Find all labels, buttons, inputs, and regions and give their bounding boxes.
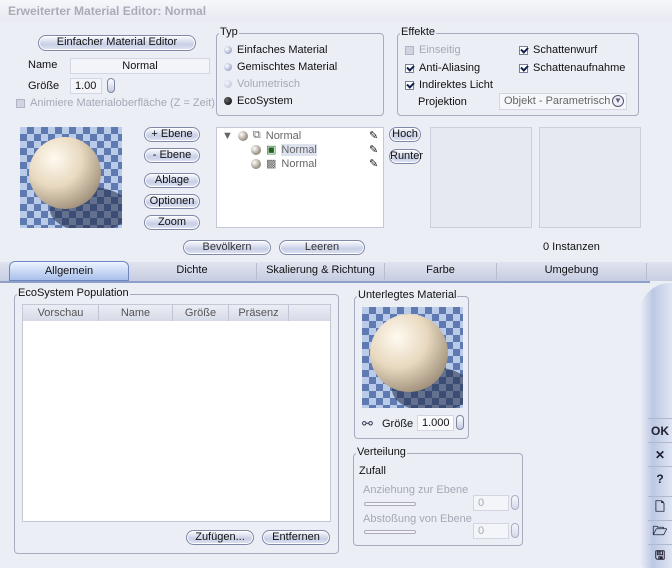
open-folder-icon[interactable]: 🗁 [648,520,672,544]
tab-dichte[interactable]: Dichte [128,263,257,280]
material-preview [20,127,122,228]
repulsion-label: Abstoßung von Ebene [363,513,472,525]
edit-pencil-icon[interactable]: ✎ [369,143,378,156]
help-button[interactable]: ? [648,466,672,490]
remove-population-button[interactable]: Entfernen [262,530,330,545]
tree-item-child[interactable]: ▩ Normal [251,157,317,170]
repulsion-slider[interactable] [364,530,416,534]
add-layer-button[interactable]: + Ebene [144,127,200,142]
save-icon[interactable]: 🖫 [648,544,672,568]
repulsion-stepper[interactable] [511,523,519,538]
move-down-button[interactable]: Runter [389,149,423,164]
edit-pencil-icon[interactable]: ✎ [369,157,378,170]
move-up-button[interactable]: Hoch [389,127,421,142]
tree-item-child[interactable]: ▣ Normal [251,143,317,156]
ok-button[interactable]: OK [648,418,672,442]
radio-ecosystem[interactable]: EcoSystem [224,95,293,107]
layer-tree[interactable]: ▼ ⧉ Normal ▣ Normal ▩ Normal ✎ ✎ ✎ [216,127,384,228]
preview-slot [539,127,641,228]
tab-allgemein[interactable]: Allgemein [9,261,129,281]
ablage-button[interactable]: Ablage [144,173,200,188]
column-header[interactable]: Größe [173,305,229,321]
anti-aliasing-checkbox[interactable]: Anti-Aliasing [405,62,480,74]
distribution-mode: Zufall [359,465,386,477]
new-file-icon[interactable]: 🗋 [648,496,672,520]
attraction-field[interactable]: 0 [473,495,509,511]
projection-label: Projektion [418,96,467,108]
radio-gemischtes[interactable]: Gemischtes Material [224,61,337,73]
attraction-label: Anziehung zur Ebene [363,484,469,496]
remove-layer-button[interactable]: - Ebene [144,148,200,163]
column-header[interactable]: Präsenz [229,305,289,321]
radio-volumetrisch[interactable]: Volumetrisch [224,78,300,90]
radio-einfaches[interactable]: Einfaches Material [224,44,328,56]
animate-label: Animiere Materialoberfläche (Z = Zeit) [30,97,215,109]
size-stepper[interactable] [107,78,115,93]
typ-group: Typ Einfaches Material Gemischtes Materi… [216,26,384,116]
options-button[interactable]: Optionen [144,194,200,209]
preview-slot [430,127,532,228]
material-icon: ▣ [266,144,277,156]
column-header[interactable]: Name [99,305,173,321]
add-population-button[interactable]: Zufügen... [186,530,254,545]
checker-icon: ▩ [266,158,277,170]
underlying-size-field[interactable]: 1.000 [417,415,454,431]
clear-button[interactable]: Leeren [279,240,365,255]
underlying-size-label: Größe [382,418,414,430]
column-header[interactable]: Vorschau [23,305,99,321]
zoom-button[interactable]: Zoom [144,215,200,230]
tab-farbe[interactable]: Farbe [385,263,497,280]
tab-umgebung[interactable]: Umgebung [497,263,647,280]
repulsion-field[interactable]: 0 [473,523,509,539]
population-table[interactable]: Vorschau Name Größe Präsenz [22,304,331,522]
simple-editor-button[interactable]: Einfacher Material Editor [38,35,196,51]
chevron-down-icon[interactable]: ▼ [612,95,624,107]
distribution-legend: Verteilung [356,446,407,458]
cancel-button[interactable]: ✕ [648,442,672,466]
shadow-cast-checkbox[interactable]: Schattenwurf [519,44,597,56]
underlying-size-stepper[interactable] [456,415,464,430]
size-field[interactable]: 1.00 [70,78,102,94]
underlying-preview[interactable] [362,307,463,408]
expand-arrow-icon: ▼ [222,129,233,142]
distribution-group: Verteilung Zufall Anziehung zur Ebene 0 … [353,446,523,546]
link-icon[interactable]: ⚯ [362,416,373,432]
effekte-legend: Effekte [400,26,437,38]
populate-button[interactable]: Bevölkern [183,240,271,255]
size-label: Größe [28,80,60,92]
attraction-slider[interactable] [364,502,416,506]
layers-icon: ⧉ [252,129,261,141]
edit-pencil-icon[interactable]: ✎ [369,129,378,142]
tab-skalierung[interactable]: Skalierung & Richtung [257,263,385,280]
shadow-receive-checkbox[interactable]: Schattenaufnahme [519,62,625,74]
instance-count: 0 Instanzen [543,241,600,253]
tree-item-root[interactable]: ▼ ⧉ Normal [222,129,301,142]
window-title: Erweiterter Material Editor: Normal [0,0,672,21]
animate-checkbox[interactable]: Animiere Materialoberfläche (Z = Zeit) [16,97,215,109]
name-label: Name [28,59,58,71]
attraction-stepper[interactable] [511,495,519,510]
projection-select[interactable]: Objekt - Parametrisch ▼ [499,93,627,110]
einseitig-checkbox[interactable]: Einseitig [405,44,461,56]
underlying-legend: Unterlegtes Material [357,289,458,301]
effekte-group: Effekte Einseitig Anti-Aliasing Indirekt… [397,26,639,116]
indirect-light-checkbox[interactable]: Indirektes Licht [405,79,493,91]
name-field[interactable]: Normal [70,58,210,74]
population-legend: EcoSystem Population [17,287,130,299]
typ-legend: Typ [219,26,239,38]
